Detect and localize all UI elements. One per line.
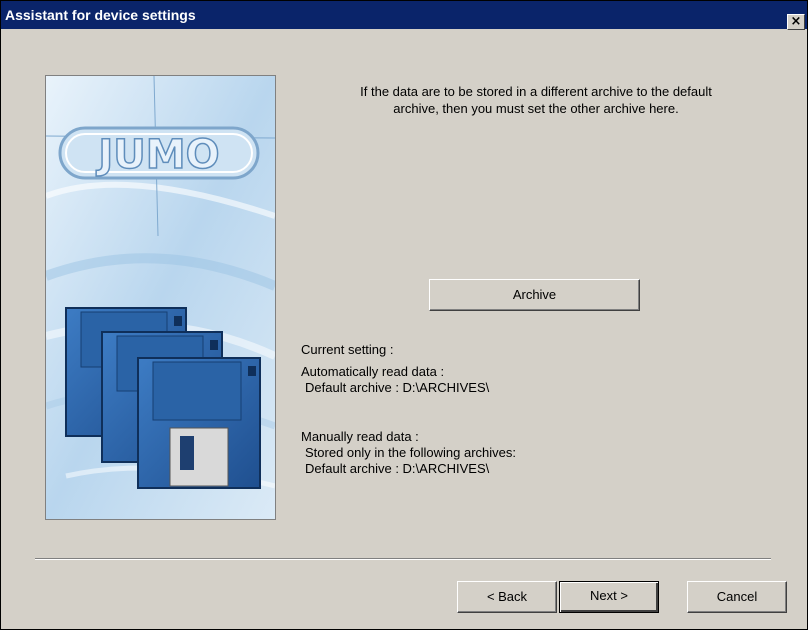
auto-default-archive: Default archive : D:\ARCHIVES\ xyxy=(305,380,490,395)
manual-read-label: Manually read data : xyxy=(301,429,419,444)
dialog-window: Assistant for device settings × JUMO If … xyxy=(0,0,808,630)
intro-text: If the data are to be stored in a differ… xyxy=(301,83,771,117)
close-icon: × xyxy=(790,14,802,29)
title-bar[interactable]: Assistant for device settings × xyxy=(1,1,807,30)
intro-line-1: If the data are to be stored in a differ… xyxy=(360,84,712,99)
jumo-logo: JUMO xyxy=(58,126,260,180)
wizard-illustration: JUMO xyxy=(46,76,275,519)
logo-text: JUMO xyxy=(95,132,219,178)
close-button[interactable]: × xyxy=(787,14,805,30)
footer-separator xyxy=(35,558,771,560)
manual-stored-text: Stored only in the following archives: xyxy=(305,445,517,460)
wizard-picture: JUMO xyxy=(45,75,276,520)
window-title: Assistant for device settings xyxy=(5,7,196,23)
auto-read-label: Automatically read data : xyxy=(301,364,445,379)
next-button[interactable]: Next > xyxy=(559,581,659,613)
back-button[interactable]: < Back xyxy=(457,581,557,613)
current-setting-label: Current setting : xyxy=(301,342,394,357)
manual-default-archive: Default archive : D:\ARCHIVES\ xyxy=(305,461,490,476)
cancel-button[interactable]: Cancel xyxy=(687,581,787,613)
intro-line-2: archive, then you must set the other arc… xyxy=(393,101,679,116)
archive-button[interactable]: Archive xyxy=(429,279,640,311)
